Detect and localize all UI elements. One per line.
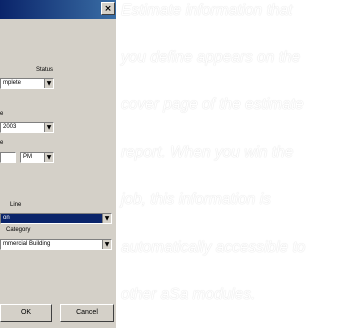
chevron-down-icon[interactable]: ▼ [44, 123, 53, 132]
estimate-status-label: Status [36, 67, 54, 73]
time-label: e [0, 140, 4, 146]
close-button[interactable]: × [101, 2, 115, 15]
chevron-down-icon[interactable]: ▼ [44, 79, 53, 88]
dialog-titlebar: × [0, 0, 116, 19]
info-line: cover page of the estimate [121, 96, 304, 113]
date-label: e [0, 111, 4, 117]
business-line-label: Line [10, 202, 22, 208]
close-icon: × [104, 4, 112, 14]
business-line-value: on [3, 215, 10, 221]
chevron-down-icon[interactable]: ▼ [102, 240, 111, 249]
estimate-status-select[interactable]: mplete ▼ [0, 78, 54, 89]
job-category-label: Category [6, 227, 31, 233]
info-line: you define appears on the [121, 49, 301, 66]
time-minute-field[interactable] [0, 152, 16, 163]
info-line: report. When you win the [121, 144, 294, 161]
info-line: job, this information is [121, 191, 271, 208]
info-line: other aSa modules. [121, 286, 256, 303]
info-line: automatically accessible to [121, 239, 306, 256]
info-line: Estimate information that [121, 2, 293, 19]
job-category-select[interactable]: mmercial Building ▼ [0, 239, 112, 250]
job-category-value: mmercial Building [3, 241, 51, 247]
ok-button[interactable]: OK [0, 304, 52, 322]
cancel-button[interactable]: Cancel [60, 304, 114, 322]
date-select[interactable]: 2003 ▼ [0, 122, 54, 133]
chevron-down-icon[interactable]: ▼ [44, 153, 53, 162]
chevron-down-icon[interactable]: ▼ [102, 214, 111, 223]
estimate-status-value: mplete [3, 80, 22, 86]
time-ampm-value: PM [23, 154, 32, 160]
business-line-select[interactable]: on ▼ [0, 213, 112, 224]
estimate-information-dialog: × Status mplete ▼ e 2003 ▼ e PM ▼ Line o… [0, 0, 116, 328]
time-ampm-select[interactable]: PM ▼ [20, 152, 54, 163]
date-value: 2003 [3, 124, 17, 130]
